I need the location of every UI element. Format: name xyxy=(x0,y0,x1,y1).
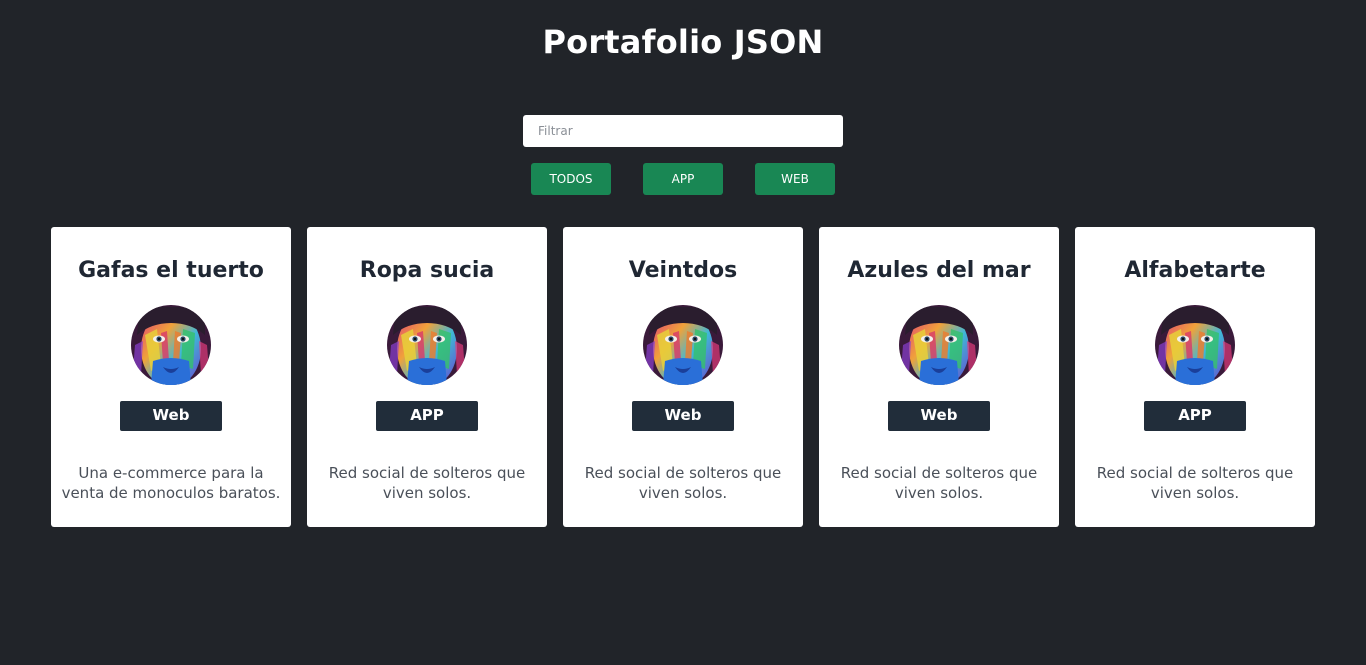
project-description: Red social de solteros que viven solos. xyxy=(584,464,782,502)
project-type-badge: Web xyxy=(888,401,990,431)
project-title: Azules del mar xyxy=(847,258,1031,283)
project-image xyxy=(643,305,723,385)
project-title: Gafas el tuerto xyxy=(78,258,264,283)
project-image xyxy=(1155,305,1235,385)
project-card: Veintdos Web Red social de solteros que … xyxy=(563,227,803,527)
project-title: Ropa sucia xyxy=(359,258,495,283)
project-card: Ropa sucia APP Red social de solteros qu… xyxy=(307,227,547,527)
filter-app-button[interactable]: APP xyxy=(643,163,723,195)
project-description: Red social de solteros que viven solos. xyxy=(328,464,526,502)
filter-all-button[interactable]: TODOS xyxy=(531,163,611,195)
project-card: Azules del mar Web Red social de soltero… xyxy=(819,227,1059,527)
project-type-badge: Web xyxy=(120,401,222,431)
project-card: Gafas el tuerto Web Una e-commerce para … xyxy=(51,227,291,527)
filter-input[interactable] xyxy=(523,115,843,147)
page-title: Portafolio JSON xyxy=(542,23,824,61)
project-description: Una e-commerce para la venta de monoculo… xyxy=(61,464,281,502)
project-image xyxy=(131,305,211,385)
project-title: Veintdos xyxy=(628,258,738,283)
project-type-badge: APP xyxy=(1144,401,1246,431)
project-card: Alfabetarte APP Red social de solteros q… xyxy=(1075,227,1315,527)
project-image xyxy=(387,305,467,385)
project-description: Red social de solteros que viven solos. xyxy=(840,464,1038,502)
project-cards: Gafas el tuerto Web Una e-commerce para … xyxy=(51,227,1315,527)
project-description: Red social de solteros que viven solos. xyxy=(1096,464,1294,502)
filter-buttons: TODOS APP WEB xyxy=(531,163,835,195)
filter-web-button[interactable]: WEB xyxy=(755,163,835,195)
project-image xyxy=(899,305,979,385)
project-type-badge: Web xyxy=(632,401,734,431)
project-title: Alfabetarte xyxy=(1124,258,1266,283)
project-type-badge: APP xyxy=(376,401,478,431)
